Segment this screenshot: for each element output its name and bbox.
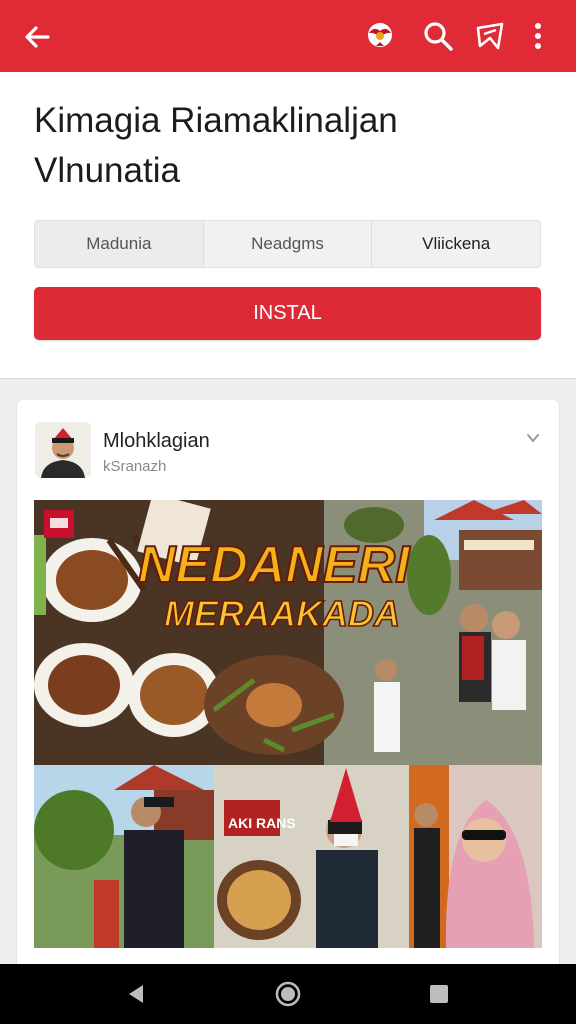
collage-graphic: NEDANERI MERAAKADA AKI RANS bbox=[34, 500, 542, 948]
system-nav-bar bbox=[0, 964, 576, 1024]
search-icon[interactable] bbox=[420, 18, 456, 54]
page-title: Kimagia Riamaklinaljan Vlnunatia bbox=[34, 96, 544, 196]
post-card: Mlohklagian kSranazh NEDANERI MERAAKADA … bbox=[17, 400, 559, 980]
app-header-card: Kimagia Riamaklinaljan Vlnunatia Madunia… bbox=[0, 72, 576, 379]
avatar-image bbox=[35, 422, 91, 478]
page-title-line1: Kimagia Riamaklinaljan bbox=[34, 101, 398, 140]
install-button[interactable]: INSTAL bbox=[34, 287, 541, 340]
page-title-line2: Vlnunatia bbox=[34, 151, 180, 190]
tab-madunia[interactable]: Madunia bbox=[35, 221, 204, 267]
nav-home-icon[interactable] bbox=[274, 980, 302, 1008]
nav-back-icon[interactable] bbox=[124, 982, 148, 1006]
post-author-subtitle: kSranazh bbox=[103, 458, 167, 475]
chevron-down-icon[interactable] bbox=[525, 430, 541, 446]
share-icon[interactable] bbox=[472, 18, 508, 54]
post-author-name[interactable]: Mlohklagian bbox=[103, 430, 210, 453]
emblem-icon[interactable] bbox=[362, 18, 398, 54]
more-vert-icon[interactable] bbox=[528, 18, 548, 54]
banner-title-line1: NEDANERI bbox=[138, 536, 411, 594]
avatar[interactable] bbox=[35, 422, 91, 478]
app-bar bbox=[0, 0, 576, 72]
back-arrow-icon[interactable] bbox=[22, 22, 52, 52]
tab-neadgms[interactable]: Neadgms bbox=[204, 221, 373, 267]
tab-bar: Madunia Neadgms Vliickena bbox=[34, 220, 541, 268]
nav-recent-icon[interactable] bbox=[428, 983, 450, 1005]
banner-title-line2: MERAAKADA bbox=[164, 593, 400, 634]
tab-vliickena[interactable]: Vliickena bbox=[372, 221, 540, 267]
post-image-collage[interactable]: NEDANERI MERAAKADA AKI RANS bbox=[34, 500, 542, 948]
sign-text: AKI RANS bbox=[228, 815, 296, 831]
